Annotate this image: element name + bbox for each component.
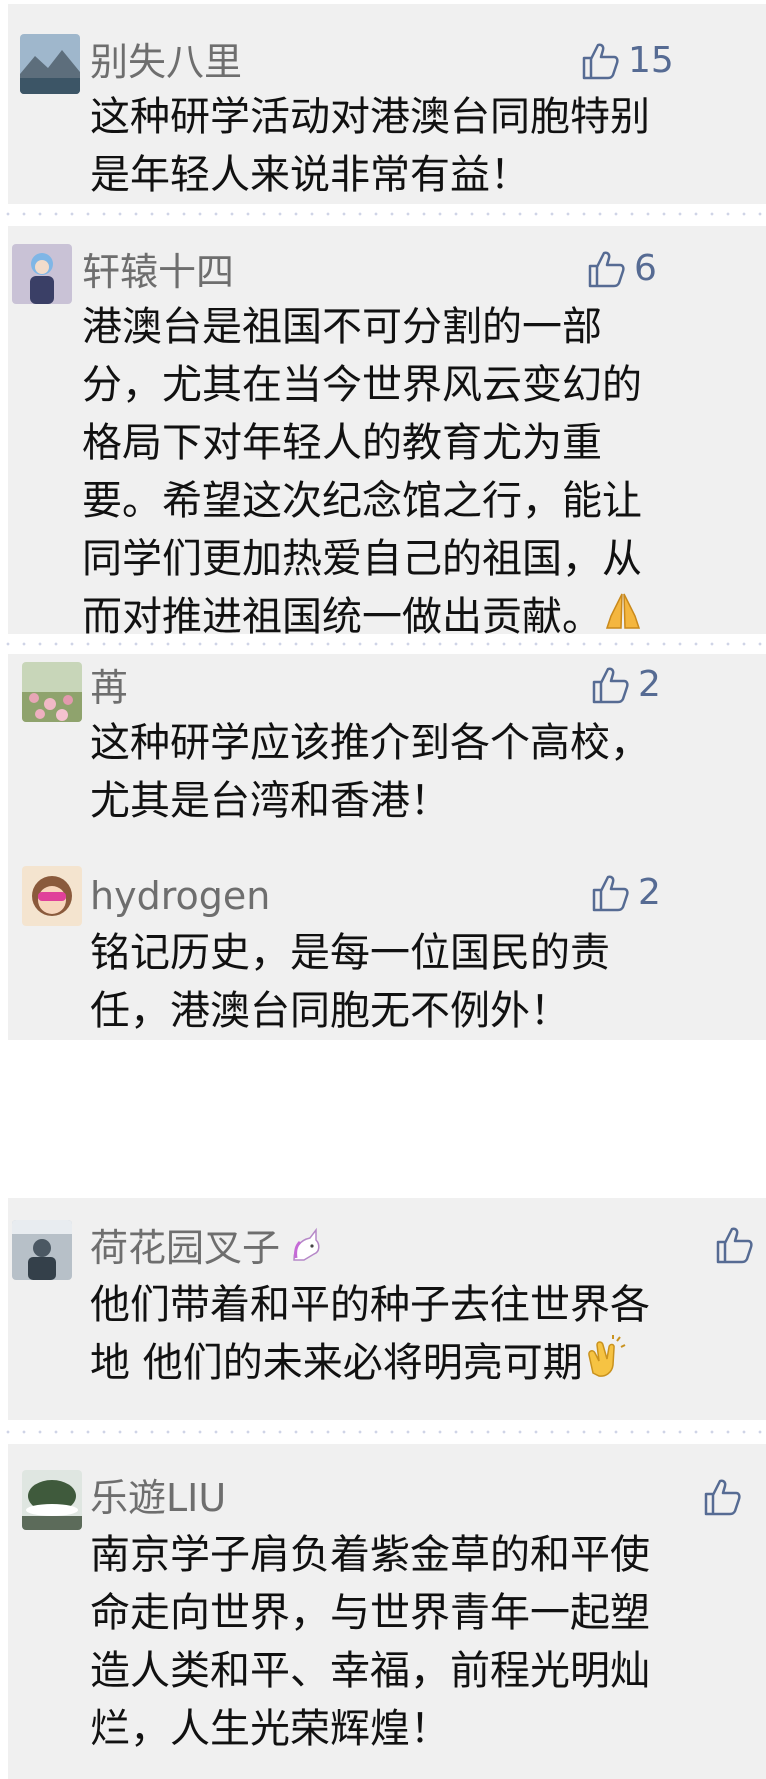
comment-line: 格局下对年轻人的教育尤为重 xyxy=(82,420,602,466)
comment-line: 南京学子肩负着紫金草的和平使 xyxy=(90,1532,650,1578)
comment-line: 烂，人生光荣辉煌！ xyxy=(90,1706,450,1752)
comment-text: 港澳台是祖国不可分割的一部 分，尤其在当今世界风云变幻的 格局下对年轻人的教育尤… xyxy=(82,298,644,634)
comment-line: 分，尤其在当今世界风云变幻的 xyxy=(82,362,642,408)
avatar[interactable] xyxy=(22,866,82,926)
avatar[interactable] xyxy=(12,244,72,304)
like-button[interactable]: 2 xyxy=(590,662,661,708)
comment-card: 乐遊LIU 南京学子肩负着紫金草的和平使 命走向世界，与世界青年一起塑 造人类和… xyxy=(8,1444,766,1779)
avatar[interactable] xyxy=(22,662,82,722)
comment-line: 尤其是台湾和香港！ xyxy=(90,778,450,824)
avatar[interactable] xyxy=(12,1220,72,1280)
comment-text: 南京学子肩负着紫金草的和平使 命走向世界，与世界青年一起塑 造人类和平、幸福，前… xyxy=(90,1526,650,1758)
like-count: 2 xyxy=(638,872,661,913)
comment-card: 轩辕十四 6 港澳台是祖国不可分割的一部 分，尤其在当今世界风云变幻的 格局下对… xyxy=(8,226,766,634)
avatar[interactable] xyxy=(20,34,80,94)
comment-line: 这种研学应该推介到各个高校， xyxy=(90,720,650,766)
like-count: 15 xyxy=(628,40,674,81)
comment-card: 荷花园叉子 他们带着和平的种子去往世界各 地 他们的未来必将明亮可期 xyxy=(8,1198,766,1420)
like-button[interactable] xyxy=(714,1222,754,1268)
comment-card: 别失八里 15 这种研学活动对港澳台同胞特别 是年轻人来说非常有益！ xyxy=(8,4,766,204)
comment-line: 这种研学活动对港澳台同胞特别 xyxy=(90,94,650,140)
like-count: 2 xyxy=(638,664,661,705)
username[interactable]: hydrogen xyxy=(90,874,270,918)
thumbs-up-icon xyxy=(716,1227,753,1264)
comment-text: 他们带着和平的种子去往世界各 地 他们的未来必将明亮可期 xyxy=(90,1276,650,1395)
like-button[interactable]: 6 xyxy=(586,246,657,292)
divider xyxy=(0,1430,766,1434)
comment-text: 这种研学应该推介到各个高校， 尤其是台湾和香港！ xyxy=(90,714,650,830)
comment-line: 他们带着和平的种子去往世界各 xyxy=(90,1282,650,1328)
clapping-hands-emoji xyxy=(583,1335,627,1395)
thumbs-up-icon xyxy=(582,43,619,80)
comment-text: 铭记历史，是每一位国民的责 任，港澳台同胞无不例外！ xyxy=(90,924,610,1040)
comment-line: 造人类和平、幸福，前程光明灿 xyxy=(90,1648,650,1694)
username[interactable]: 别失八里 xyxy=(90,40,242,84)
comment-line: 命走向世界，与世界青年一起塑 xyxy=(90,1590,650,1636)
username[interactable]: 荷花园叉子 xyxy=(90,1226,326,1275)
thumbs-up-icon xyxy=(592,875,629,912)
folded-hands-emoji xyxy=(602,590,644,634)
username[interactable]: 轩辕十四 xyxy=(82,250,234,294)
comment-line: 是年轻人来说非常有益！ xyxy=(90,152,530,198)
comment-line: 港澳台是祖国不可分割的一部 xyxy=(82,304,602,350)
like-button[interactable]: 2 xyxy=(590,870,661,916)
username[interactable]: 乐遊LIU xyxy=(90,1476,226,1520)
like-button[interactable] xyxy=(702,1474,742,1520)
thumbs-up-icon xyxy=(704,1479,741,1516)
thumbs-up-icon xyxy=(592,667,629,704)
unicorn-emoji xyxy=(286,1226,326,1275)
comment-line: 任，港澳台同胞无不例外！ xyxy=(90,988,570,1034)
comment-line: 要。希望这次纪念馆之行，能让 xyxy=(82,478,642,524)
username[interactable]: 苒 xyxy=(90,666,128,710)
like-count: 6 xyxy=(634,248,657,289)
thumbs-up-icon xyxy=(588,251,625,288)
comment-line: 同学们更加热爱自己的祖国，从 xyxy=(82,536,642,582)
like-button[interactable]: 15 xyxy=(580,38,674,84)
comment-card: 苒 2 这种研学应该推介到各个高校， 尤其是台湾和香港！ hydrogen 2 … xyxy=(8,654,766,1040)
comment-line: 地 他们的未来必将明亮可期 xyxy=(90,1340,583,1386)
comment-line: 铭记历史，是每一位国民的责 xyxy=(90,930,610,976)
divider xyxy=(0,212,766,216)
comment-text: 这种研学活动对港澳台同胞特别 是年轻人来说非常有益！ xyxy=(90,88,650,204)
divider xyxy=(0,642,766,646)
comment-line: 而对推进祖国统一做出贡献。 xyxy=(82,594,602,634)
avatar[interactable] xyxy=(22,1470,82,1530)
username-text: 荷花园叉子 xyxy=(90,1226,281,1270)
